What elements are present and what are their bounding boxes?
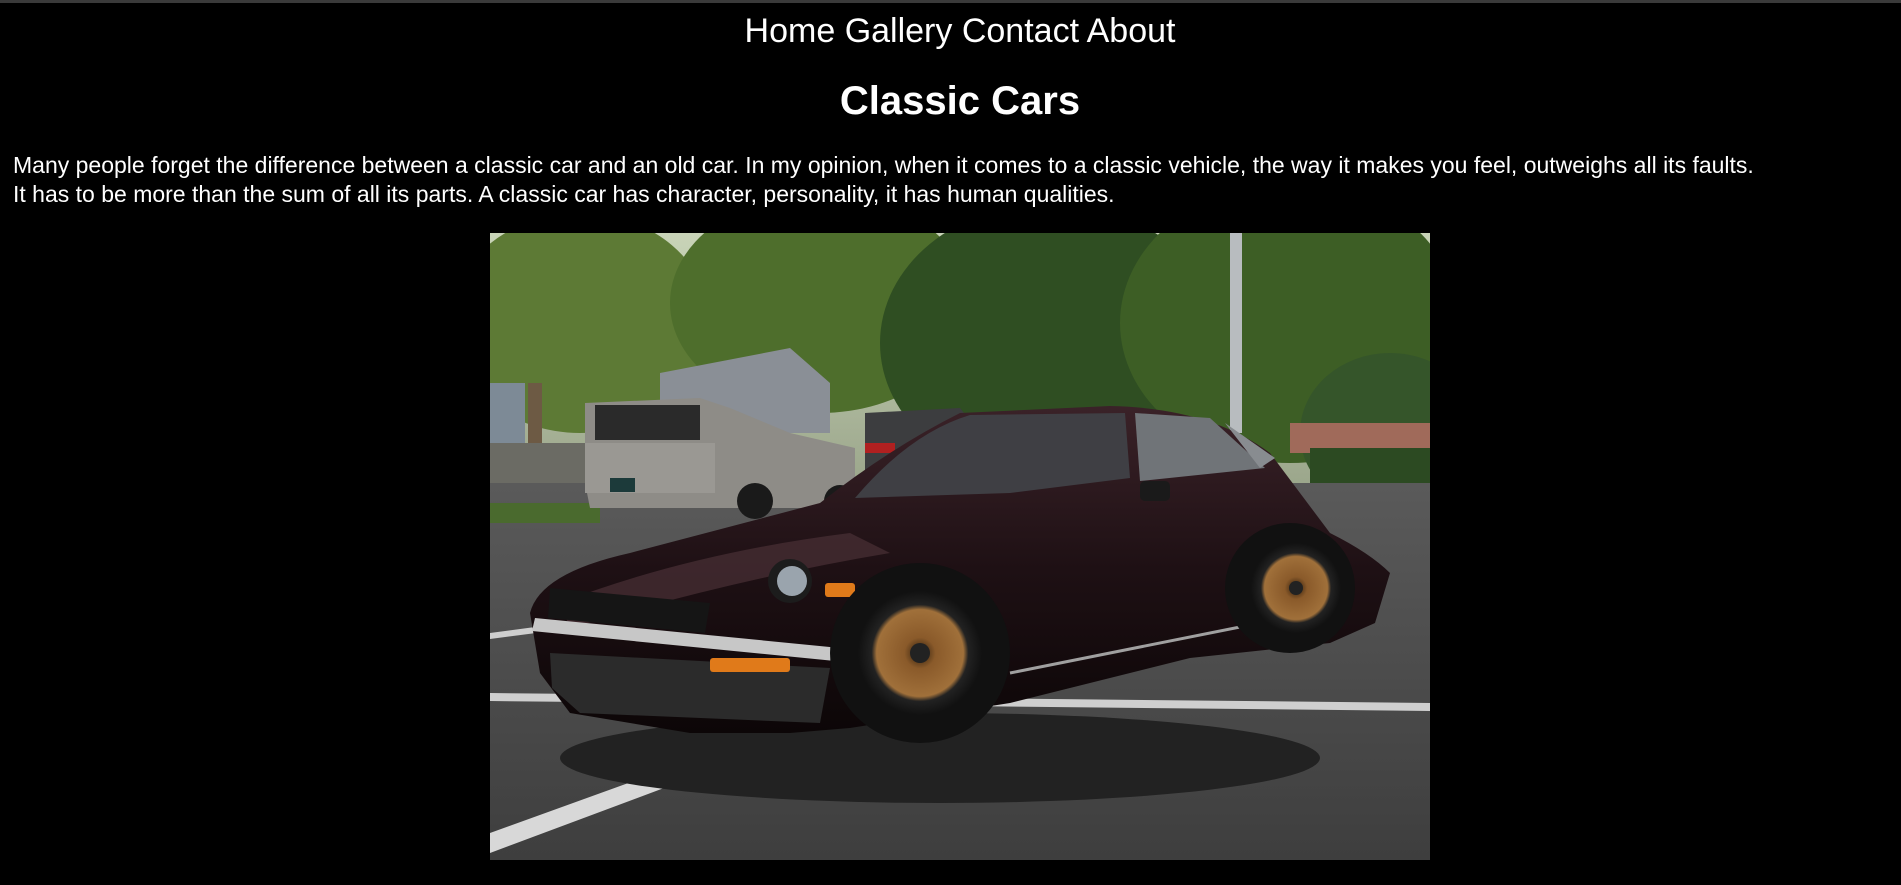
- intro-line-1: Many people forget the difference betwee…: [13, 152, 1754, 178]
- nav-link-contact[interactable]: Contact: [962, 12, 1079, 50]
- classic-car-photo: [490, 233, 1430, 860]
- window-top-border: [0, 0, 1901, 3]
- car-photo-illustration: [490, 233, 1430, 860]
- intro-line-2: It has to be more than the sum of all it…: [13, 181, 1115, 207]
- main-nav: Home Gallery Contact About: [0, 10, 1901, 52]
- nav-link-gallery[interactable]: Gallery: [845, 12, 953, 50]
- page-title: Classic Cars: [839, 79, 1081, 123]
- intro-paragraph: Many people forget the difference betwee…: [13, 151, 1901, 209]
- nav-link-about[interactable]: About: [1087, 12, 1176, 50]
- nav-link-home[interactable]: Home: [745, 12, 836, 50]
